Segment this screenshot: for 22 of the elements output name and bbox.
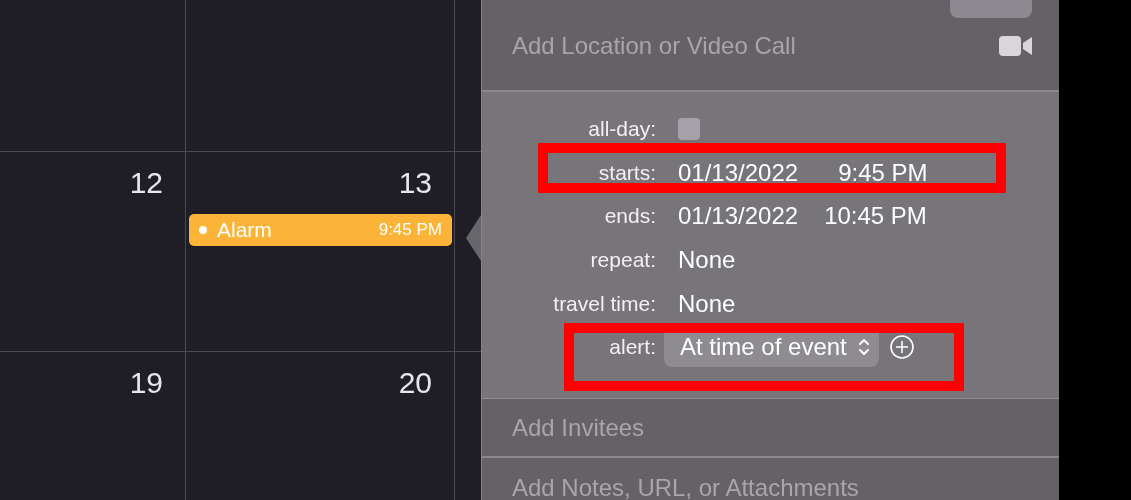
video-camera-icon[interactable] — [999, 36, 1032, 56]
field-label: travel time: — [552, 291, 656, 316]
field-label: alert: — [608, 335, 656, 360]
option-value[interactable]: None — [678, 289, 736, 318]
field-label: starts: — [597, 160, 656, 185]
field-label: all-day: — [587, 116, 656, 141]
date-value[interactable]: 01/13/2022 — [678, 202, 799, 231]
all-day-checkbox[interactable] — [678, 117, 700, 140]
invitees-field[interactable]: Add Invitees — [512, 413, 645, 442]
date-value[interactable]: 01/13/2022 — [678, 158, 799, 187]
add-icon[interactable] — [888, 334, 915, 361]
notes-field[interactable]: Add Notes, URL, or Attachments — [512, 474, 859, 500]
day-number: 13 — [398, 166, 432, 200]
day-number: 12 — [129, 166, 163, 200]
day-number: 20 — [398, 366, 432, 400]
option-value[interactable]: None — [678, 245, 736, 274]
field-label: ends: — [603, 204, 656, 229]
field-label: repeat: — [589, 247, 656, 272]
time-value[interactable]: 9:45 PM — [838, 158, 928, 187]
time-value[interactable]: 10:45 PM — [824, 202, 927, 231]
day-number: 19 — [129, 366, 163, 400]
location-field[interactable]: Add Location or Video Call — [512, 32, 796, 60]
